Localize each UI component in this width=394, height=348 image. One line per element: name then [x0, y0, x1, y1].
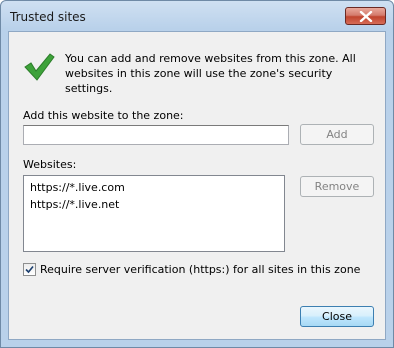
- dialog-window: Trusted sites You can add and remove web…: [0, 0, 394, 348]
- websites-label: Websites:: [23, 158, 77, 171]
- green-checkmark-icon: [24, 53, 55, 81]
- server-verification-label[interactable]: Require server verification (https:) for…: [40, 263, 360, 276]
- add-button[interactable]: Add: [300, 124, 374, 145]
- add-site-input[interactable]: [23, 125, 289, 145]
- checkmark-icon: [25, 265, 34, 274]
- close-button[interactable]: Close: [300, 306, 374, 327]
- remove-button[interactable]: Remove: [300, 176, 374, 197]
- dialog-content: You can add and remove websites from thi…: [8, 31, 386, 340]
- title-close-button[interactable]: [345, 7, 386, 25]
- title-bar[interactable]: Trusted sites: [1, 1, 393, 31]
- server-verification-checkbox[interactable]: [23, 263, 36, 276]
- window-title: Trusted sites: [10, 10, 86, 24]
- zone-info-text: You can add and remove websites from thi…: [65, 52, 356, 95]
- close-x-icon: [359, 11, 373, 22]
- list-item[interactable]: https://*.live.net: [24, 196, 284, 213]
- list-item[interactable]: https://*.live.com: [24, 179, 284, 196]
- websites-list[interactable]: https://*.live.com https://*.live.net: [23, 175, 285, 252]
- add-site-label: Add this website to the zone:: [23, 109, 184, 122]
